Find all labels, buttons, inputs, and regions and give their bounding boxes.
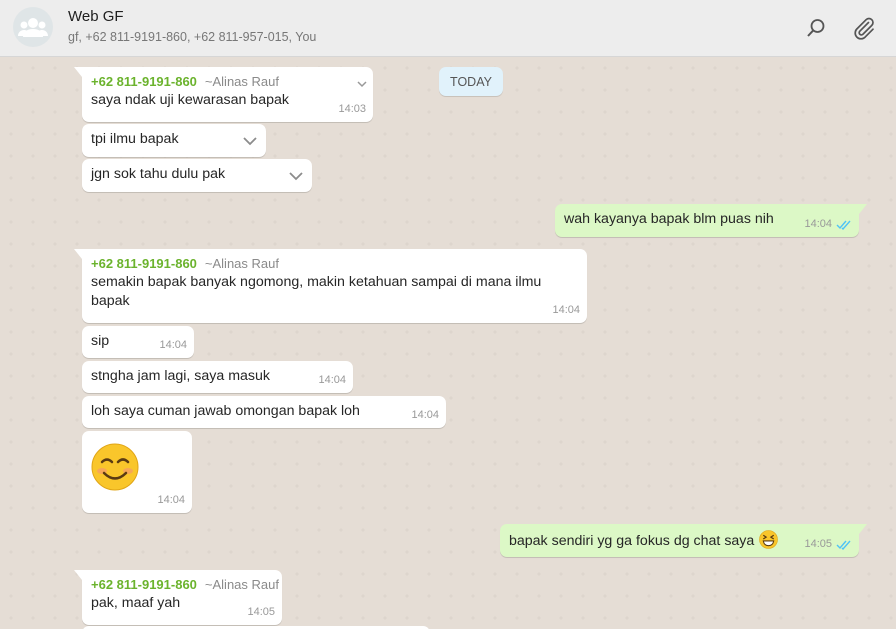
- sender-name: ~Alinas Rauf: [204, 577, 279, 592]
- chevron-down-icon[interactable]: [242, 136, 258, 146]
- chevron-down-icon[interactable]: [288, 171, 304, 181]
- message-bubble[interactable]: tpi ilmu bapak: [82, 124, 266, 157]
- sender-number[interactable]: +62 811-9191-860: [91, 74, 197, 89]
- message-bubble[interactable]: 14:04: [82, 431, 192, 513]
- time-label: 14:04: [804, 218, 832, 230]
- message-bubble-outgoing[interactable]: wah kayanya bapak blm puas nih 14:04: [555, 204, 867, 237]
- group-icon: [18, 18, 48, 37]
- message-text: semakin bapak banyak ngomong, makin keta…: [91, 274, 542, 309]
- message-text: pak, maaf yah: [91, 595, 181, 611]
- message-bubble[interactable]: sip 14:04: [82, 326, 194, 358]
- message-time: 14:03: [338, 103, 366, 115]
- date-divider: TODAY: [439, 67, 503, 96]
- message-text: saya ndak uji kewarasan bapak: [91, 92, 289, 108]
- message-bubble[interactable]: jgn sok tahu dulu pak: [82, 159, 312, 192]
- message-bubble[interactable]: +62 811-9191-860 ~Alinas Rauf pak, maaf y…: [74, 570, 282, 625]
- message-list[interactable]: TODAY +62 811-9191-860 ~Alinas Rauf saya …: [0, 57, 896, 629]
- message-sender: +62 811-9191-860 ~Alinas Rauf: [91, 576, 279, 594]
- search-icon: [807, 19, 825, 37]
- message-text: stngha jam lagi, saya masuk: [91, 368, 271, 384]
- message-text: bapak sendiri yg ga fokus dg chat saya: [509, 530, 850, 551]
- message-bubble[interactable]: +62 811-9191-860 ~Alinas Rauf saya ndak u…: [74, 67, 373, 122]
- message-time: 14:05: [247, 606, 275, 618]
- message-bubble[interactable]: loh saya cuman jawab omongan bapak loh 1…: [82, 396, 446, 428]
- message-sender: +62 811-9191-860 ~Alinas Rauf: [91, 73, 364, 91]
- sender-name: ~Alinas Rauf: [204, 256, 279, 271]
- message-text: loh saya cuman jawab omongan bapak loh: [91, 403, 360, 419]
- sender-number[interactable]: +62 811-9191-860: [91, 256, 197, 271]
- sender-number[interactable]: +62 811-9191-860: [91, 577, 197, 592]
- read-ticks-icon: [836, 220, 851, 230]
- attach-button[interactable]: [851, 15, 877, 41]
- read-ticks-icon: [836, 540, 851, 550]
- search-button[interactable]: [803, 15, 829, 41]
- message-text: tpi ilmu bapak: [91, 131, 179, 147]
- message-time: 14:04: [552, 304, 580, 316]
- time-label: 14:05: [804, 538, 832, 550]
- message-time: 14:04: [159, 339, 187, 351]
- grinning-squinting-face-icon: [759, 530, 779, 549]
- chat-title[interactable]: Web GF: [68, 8, 124, 25]
- message-sender: +62 811-9191-860 ~Alinas Rauf: [91, 255, 578, 273]
- paperclip-icon: [854, 17, 874, 40]
- message-time: 14:04: [411, 409, 439, 421]
- message-text: jgn sok tahu dulu pak: [91, 166, 226, 182]
- sender-name: ~Alinas Rauf: [204, 74, 279, 89]
- chat-header: Web GF gf, +62 811-9191-860, +62 811-957…: [0, 0, 896, 57]
- message-time: 14:05: [804, 535, 852, 554]
- message-time: 14:04: [804, 215, 852, 234]
- message-bubble[interactable]: +62 811-9191-860 ~Alinas Rauf semakin bap…: [74, 249, 587, 323]
- group-avatar[interactable]: [13, 7, 53, 47]
- message-bubble-outgoing[interactable]: bapak sendiri yg ga fokus dg chat saya 1…: [500, 524, 867, 557]
- message-time: 14:04: [318, 374, 346, 386]
- chevron-down-icon[interactable]: [357, 79, 367, 89]
- message-time: 14:04: [157, 494, 185, 506]
- message-text-content: bapak sendiri yg ga fokus dg chat saya: [509, 533, 755, 549]
- message-bubble[interactable]: stngha jam lagi, saya masuk 14:04: [82, 361, 353, 393]
- smiling-face-icon: [91, 443, 139, 491]
- chat-participants: gf, +62 811-9191-860, +62 811-957-015, Y…: [68, 30, 317, 44]
